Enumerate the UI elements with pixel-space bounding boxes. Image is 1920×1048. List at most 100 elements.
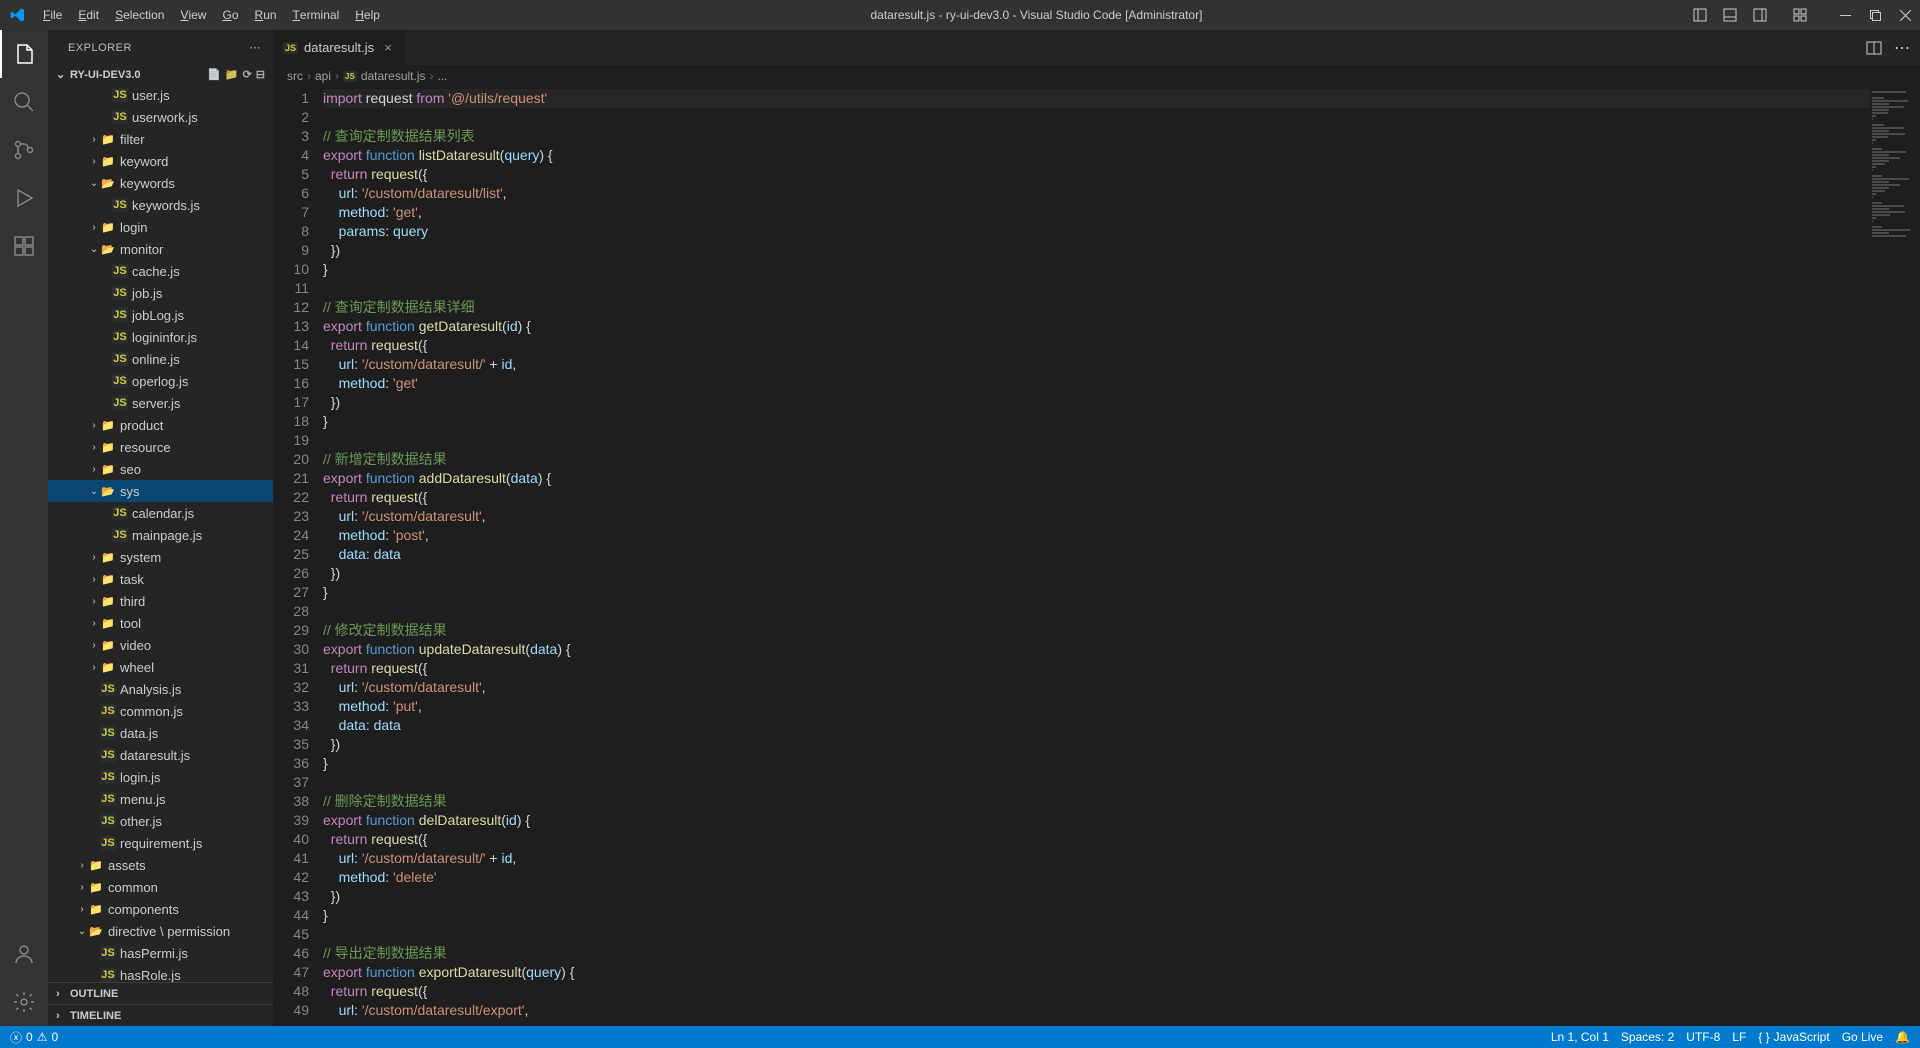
layout-customize-icon[interactable]: [1785, 0, 1815, 30]
timeline-section[interactable]: › TIMELINE: [48, 1004, 273, 1026]
folder-item[interactable]: ⌄📂monitor: [48, 238, 273, 260]
file-item[interactable]: JScommon.js: [48, 700, 273, 722]
menu-edit[interactable]: Edit: [70, 0, 107, 30]
folder-item[interactable]: ›📁keyword: [48, 150, 273, 172]
project-section-header[interactable]: ⌄ RY-UI-DEV3.0 📄 📁 ⟳ ⊟: [48, 65, 273, 84]
folder-item[interactable]: ›📁tool: [48, 612, 273, 634]
file-item[interactable]: JScalendar.js: [48, 502, 273, 524]
extensions-icon[interactable]: [0, 222, 48, 270]
menu-terminal[interactable]: Terminal: [285, 0, 348, 30]
code-editor[interactable]: import request from '@/utils/request' //…: [323, 87, 1870, 1026]
folder-item[interactable]: ›📁assets: [48, 854, 273, 876]
folder-item[interactable]: ›📁common: [48, 876, 273, 898]
folder-icon: 📁: [100, 463, 116, 476]
menu-view[interactable]: View: [172, 0, 214, 30]
file-item[interactable]: JSrequirement.js: [48, 832, 273, 854]
folder-item[interactable]: ›📁wheel: [48, 656, 273, 678]
menu-go[interactable]: Go: [214, 0, 246, 30]
file-item[interactable]: JSjobLog.js: [48, 304, 273, 326]
folder-icon: 📁: [100, 661, 116, 674]
close-icon[interactable]: [1890, 0, 1920, 30]
accounts-icon[interactable]: [0, 930, 48, 978]
title-bar: FileEditSelectionViewGoRunTerminalHelp d…: [0, 0, 1920, 30]
folder-item[interactable]: ›📁resource: [48, 436, 273, 458]
file-item[interactable]: JSlogin.js: [48, 766, 273, 788]
breadcrumb[interactable]: src› api› JS dataresult.js› ...: [273, 65, 1920, 87]
file-item[interactable]: JSmainpage.js: [48, 524, 273, 546]
file-item[interactable]: JSmenu.js: [48, 788, 273, 810]
folder-item[interactable]: ›📁filter: [48, 128, 273, 150]
folder-item[interactable]: ›📁system: [48, 546, 273, 568]
minimap[interactable]: [1870, 87, 1920, 1026]
menu-run[interactable]: Run: [247, 0, 285, 30]
tab-dataresult[interactable]: JS dataresult.js ×: [273, 30, 407, 65]
folder-item[interactable]: ⌄📂sys: [48, 480, 273, 502]
file-item[interactable]: JSkeywords.js: [48, 194, 273, 216]
refresh-icon[interactable]: ⟳: [243, 68, 252, 81]
folder-item[interactable]: ›📁seo: [48, 458, 273, 480]
maximize-icon[interactable]: [1860, 0, 1890, 30]
menu-selection[interactable]: Selection: [107, 0, 172, 30]
file-item[interactable]: JSonline.js: [48, 348, 273, 370]
folder-item[interactable]: ›📁task: [48, 568, 273, 590]
settings-gear-icon[interactable]: [0, 978, 48, 1026]
menu-file[interactable]: File: [35, 0, 70, 30]
chevron-right-icon: ›: [88, 618, 100, 629]
new-folder-icon[interactable]: 📁: [225, 68, 239, 81]
file-item[interactable]: JScache.js: [48, 260, 273, 282]
folder-item[interactable]: ›📁third: [48, 590, 273, 612]
tab-close-icon[interactable]: ×: [380, 40, 396, 55]
file-item[interactable]: JSAnalysis.js: [48, 678, 273, 700]
js-icon: JS: [112, 528, 128, 542]
chevron-right-icon: ›: [56, 988, 68, 1000]
folder-icon: 📁: [88, 859, 104, 872]
file-item[interactable]: JSdataresult.js: [48, 744, 273, 766]
file-tree[interactable]: JSuser.jsJSuserwork.js›📁filter›📁keyword⌄…: [48, 84, 273, 982]
file-item[interactable]: JSdata.js: [48, 722, 273, 744]
search-icon[interactable]: [0, 78, 48, 126]
file-item[interactable]: JSjob.js: [48, 282, 273, 304]
folder-item[interactable]: ›📁product: [48, 414, 273, 436]
status-language[interactable]: { } JavaScript: [1758, 1030, 1829, 1044]
folder-item[interactable]: ›📁video: [48, 634, 273, 656]
chevron-right-icon: ›: [56, 1010, 68, 1022]
status-bell-icon[interactable]: 🔔: [1895, 1030, 1910, 1044]
file-item[interactable]: JSlogininfor.js: [48, 326, 273, 348]
run-debug-icon[interactable]: [0, 174, 48, 222]
menu-help[interactable]: Help: [347, 0, 388, 30]
status-errors[interactable]: ⓧ 0 ⚠ 0: [10, 1029, 58, 1046]
line-gutter: 1234567891011121314151617181920212223242…: [273, 87, 323, 1026]
status-bar: ⓧ 0 ⚠ 0 Ln 1, Col 1 Spaces: 2 UTF-8 LF {…: [0, 1026, 1920, 1048]
status-golive[interactable]: Go Live: [1842, 1030, 1883, 1044]
collapse-all-icon[interactable]: ⊟: [256, 68, 265, 81]
sidebar-more-icon[interactable]: ⋯: [250, 41, 262, 54]
explorer-icon[interactable]: [0, 30, 48, 78]
layout-toggle-bottom-icon[interactable]: [1715, 0, 1745, 30]
folder-item[interactable]: ⌄📂directive \ permission: [48, 920, 273, 942]
source-control-icon[interactable]: [0, 126, 48, 174]
file-item[interactable]: JSuserwork.js: [48, 106, 273, 128]
folder-item[interactable]: ›📁components: [48, 898, 273, 920]
layout-toggle-panel-icon[interactable]: [1685, 0, 1715, 30]
new-file-icon[interactable]: 📄: [207, 68, 221, 81]
status-encoding[interactable]: UTF-8: [1686, 1030, 1720, 1044]
layout-toggle-right-icon[interactable]: [1745, 0, 1775, 30]
folder-icon: 📁: [100, 155, 116, 168]
outline-section[interactable]: › OUTLINE: [48, 982, 273, 1004]
file-item[interactable]: JSother.js: [48, 810, 273, 832]
minimize-icon[interactable]: [1830, 0, 1860, 30]
status-position[interactable]: Ln 1, Col 1: [1551, 1030, 1609, 1044]
file-item[interactable]: JShasRole.js: [48, 964, 273, 982]
more-actions-icon[interactable]: ⋯: [1894, 38, 1910, 58]
folder-icon: 📁: [100, 441, 116, 454]
status-eol[interactable]: LF: [1732, 1030, 1746, 1044]
folder-item[interactable]: ⌄📂keywords: [48, 172, 273, 194]
split-editor-icon[interactable]: [1866, 40, 1882, 56]
file-item[interactable]: JSoperlog.js: [48, 370, 273, 392]
chevron-right-icon: ›: [76, 904, 88, 915]
folder-item[interactable]: ›📁login: [48, 216, 273, 238]
file-item[interactable]: JShasPermi.js: [48, 942, 273, 964]
file-item[interactable]: JSserver.js: [48, 392, 273, 414]
file-item[interactable]: JSuser.js: [48, 84, 273, 106]
status-spaces[interactable]: Spaces: 2: [1621, 1030, 1674, 1044]
